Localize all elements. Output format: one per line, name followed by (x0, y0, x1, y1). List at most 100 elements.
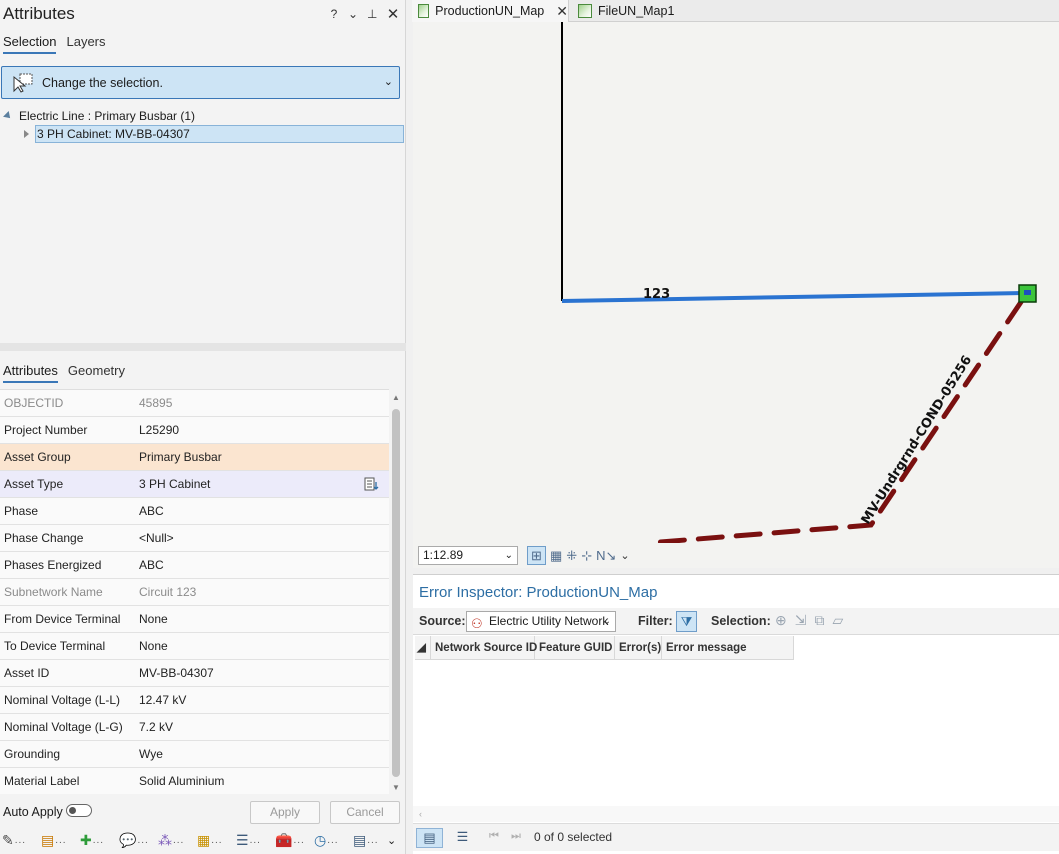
cancel-button[interactable]: Cancel (330, 801, 400, 824)
tab-layers[interactable]: Layers (66, 34, 105, 54)
attribute-value[interactable]: 45895 (139, 396, 172, 410)
attribute-value[interactable]: ABC (139, 504, 164, 518)
tab-geometry[interactable]: Geometry (68, 363, 125, 383)
attribute-value[interactable]: L25290 (139, 423, 179, 437)
clear-selection-icon[interactable]: ▱ (832, 612, 843, 629)
scroll-down-icon[interactable]: ▼ (392, 783, 400, 792)
annotation-tool[interactable]: 💬... (119, 831, 158, 851)
correction-icon[interactable]: ⊹ (581, 548, 592, 564)
column-network-source-id[interactable]: Network Source ID (431, 636, 537, 660)
tab-production-map[interactable]: ProductionUN_Map ✕ (412, 0, 569, 22)
attribute-row[interactable]: Grounding Wye (0, 741, 389, 768)
map-view[interactable]: 123 MV-Undrgrnd-COND-05256 (413, 22, 1059, 543)
zoom-to-icon[interactable]: ⊕ (775, 612, 787, 629)
attribute-row[interactable]: Phase Change <Null> (0, 525, 389, 552)
error-grid-hscroll[interactable]: ‹ (413, 806, 1059, 822)
auto-apply-toggle[interactable] (66, 804, 92, 817)
attribute-row[interactable]: Asset ID MV-BB-04307 (0, 660, 389, 687)
busbar-line[interactable] (561, 291, 1026, 303)
attribute-row[interactable]: Phases Energized ABC (0, 552, 389, 579)
table-view-icon[interactable]: ▤ (416, 828, 443, 848)
attribute-value[interactable]: MV-BB-04307 (139, 666, 214, 680)
map-canvas[interactable]: 123 MV-Undrgrnd-COND-05256 (413, 22, 1059, 543)
chevron-down-icon[interactable]: ⌄ (384, 75, 393, 88)
edit-vertices-tool[interactable]: ✎... (2, 831, 41, 851)
attribute-value[interactable]: 3 PH Cabinet (139, 477, 210, 491)
toolbar-overflow[interactable]: ⌄ (387, 831, 399, 851)
source-dropdown[interactable]: ⚇ Electric Utility Network ⌄ (466, 611, 616, 632)
pan-to-icon[interactable]: ⇲ (795, 612, 807, 629)
column-feature-guid[interactable]: Feature GUID (535, 636, 615, 660)
tree-item-selected[interactable]: 3 PH Cabinet: MV-BB-04307 (35, 125, 404, 143)
expand-icon[interactable] (3, 111, 13, 121)
attribute-value[interactable]: ABC (139, 558, 164, 572)
attribute-row[interactable]: To Device Terminal None (0, 633, 389, 660)
attribute-row[interactable]: Phase ABC (0, 498, 389, 525)
tab-selection[interactable]: Selection (3, 34, 57, 54)
table-tool[interactable]: ☰... (236, 831, 275, 851)
filter-button[interactable]: ⧩ (676, 611, 697, 632)
conductor-line[interactable] (645, 299, 1024, 543)
attribute-value[interactable]: Circuit 123 (139, 585, 196, 599)
collapse-icon[interactable] (24, 130, 29, 138)
column-errors[interactable]: Error(s) (615, 636, 662, 660)
network-tool[interactable]: ⁂... (158, 831, 197, 851)
pane-splitter[interactable] (0, 343, 406, 351)
scale-dropdown[interactable]: 1:12.89 ⌄ (418, 546, 518, 565)
apply-button[interactable]: Apply (250, 801, 320, 824)
attribute-value[interactable]: Wye (139, 747, 163, 761)
attribute-value[interactable]: <Null> (139, 531, 174, 545)
list-view-icon[interactable]: ☰ (449, 828, 476, 848)
history-tool[interactable]: ◷... (314, 831, 353, 851)
first-page-icon[interactable]: ⏮ (489, 830, 499, 843)
add-feature-tool[interactable]: ✚... (80, 831, 119, 851)
attribute-row[interactable]: From Device Terminal None (0, 606, 389, 633)
attribute-row[interactable]: Asset Type 3 PH Cabinet (0, 471, 389, 498)
attribute-value[interactable]: Solid Aluminium (139, 774, 224, 788)
tab-attributes[interactable]: Attributes (3, 363, 58, 383)
north-arrow-icon[interactable]: N↘ (596, 548, 616, 564)
attribute-field: OBJECTID (4, 396, 64, 410)
toolbox-tool[interactable]: 🧰... (275, 831, 314, 851)
scroll-up-icon[interactable]: ▲ (392, 393, 400, 402)
scroll-thumb[interactable] (392, 409, 400, 777)
attribute-field: To Device Terminal (4, 639, 106, 653)
network-icon: ⁂ (158, 832, 172, 848)
next-page-icon[interactable]: ⏭ (511, 830, 521, 843)
attribute-row[interactable]: Project Number L25290 (0, 417, 389, 444)
error-inspector-toolbar: Source: ⚇ Electric Utility Network ⌄ Fil… (413, 608, 1059, 635)
attribute-value[interactable]: 7.2 kV (139, 720, 173, 734)
attribute-row[interactable]: Material Label Solid Aluminium (0, 768, 389, 794)
help-icon[interactable]: ? (329, 7, 339, 21)
attribute-row[interactable]: Nominal Voltage (L-G) 7.2 kV (0, 714, 389, 741)
snapping-icon[interactable]: ⊞ (527, 546, 546, 565)
error-inspector-title: Error Inspector: ProductionUN_Map (419, 584, 658, 601)
map-status-bar: 1:12.89 ⌄ ⊞ ▦ ⁜ ⊹ N↘ ⌄ (413, 543, 1059, 568)
list-tool[interactable]: ▤... (353, 831, 387, 851)
close-icon[interactable]: ✕ (386, 5, 400, 23)
chevron-down-icon[interactable]: ⌄ (348, 7, 358, 21)
attribute-scrollbar[interactable]: ▲ ▼ (389, 389, 403, 794)
select-features-icon[interactable]: ⧉ (814, 612, 824, 629)
attribute-value[interactable]: 12.47 kV (139, 693, 186, 707)
select-all-icon[interactable]: ◢ (415, 636, 431, 660)
attributes-tool[interactable]: ▤... (41, 831, 80, 851)
chevron-down-icon[interactable]: ⌄ (620, 549, 629, 562)
column-error-message[interactable]: Error message (662, 636, 794, 660)
attribute-row[interactable]: Subnetwork Name Circuit 123 (0, 579, 389, 606)
attribute-row[interactable]: Nominal Voltage (L-L) 12.47 kV (0, 687, 389, 714)
subtype-picker-icon[interactable] (364, 476, 380, 492)
tree-group[interactable]: Electric Line : Primary Busbar (1) (3, 108, 195, 124)
attribute-value[interactable]: None (139, 639, 168, 653)
attribute-value[interactable]: None (139, 612, 168, 626)
constraints-icon[interactable]: ⁜ (566, 548, 577, 564)
attribute-row[interactable]: OBJECTID 45895 (0, 390, 389, 417)
hierarchy-tool[interactable]: ▦... (197, 831, 236, 851)
grid-icon[interactable]: ▦ (550, 548, 562, 564)
close-icon[interactable]: ✕ (556, 3, 568, 20)
attribute-row[interactable]: Asset Group Primary Busbar (0, 444, 389, 471)
attribute-value[interactable]: Primary Busbar (139, 450, 222, 464)
change-selection-dropdown[interactable]: Change the selection. ⌄ (1, 66, 400, 99)
tab-file-map[interactable]: FileUN_Map1 (572, 0, 682, 22)
pin-icon[interactable]: ⊥ (367, 7, 377, 21)
